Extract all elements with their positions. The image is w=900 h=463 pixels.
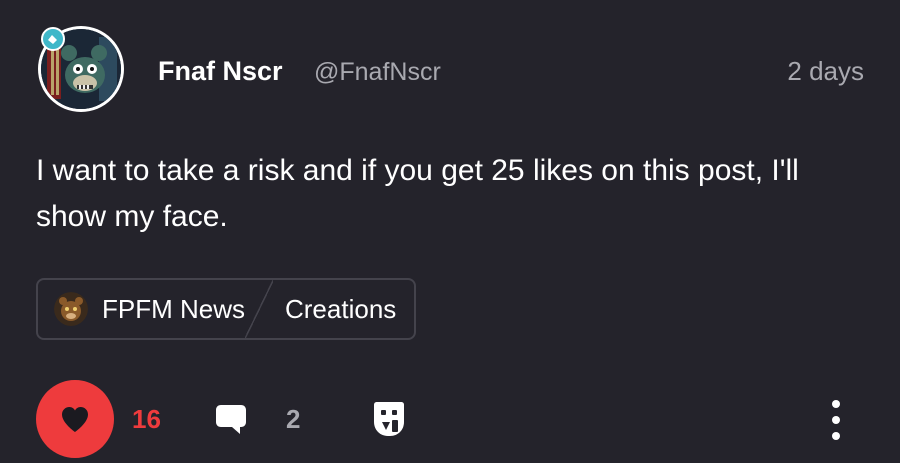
more-dot bbox=[832, 416, 840, 424]
community-tag-label: FPFM News bbox=[102, 293, 245, 324]
author-avatar[interactable] bbox=[38, 26, 124, 112]
author-handle[interactable]: @FnafNscr bbox=[314, 58, 441, 87]
heart-icon bbox=[62, 407, 88, 432]
post-card: Fnaf Nscr @FnafNscr 2 days I want to tak… bbox=[0, 0, 900, 463]
comment-count: 2 bbox=[286, 404, 301, 434]
category-tag[interactable]: Creations bbox=[259, 280, 414, 338]
post-tags: FPFM News Creations bbox=[36, 278, 417, 340]
speech-bubble-icon[interactable] bbox=[214, 402, 248, 436]
badge-icon bbox=[41, 27, 65, 51]
like-count: 16 bbox=[132, 404, 161, 434]
more-vertical-icon[interactable] bbox=[826, 400, 846, 440]
author-name[interactable]: Fnaf Nscr bbox=[158, 56, 283, 87]
post-timestamp: 2 days bbox=[787, 56, 864, 86]
post-body-text: I want to take a risk and if you get 25 … bbox=[36, 154, 799, 233]
category-tag-label: Creations bbox=[285, 293, 397, 324]
like-button[interactable] bbox=[36, 380, 114, 458]
community-tag[interactable]: FPFM News bbox=[38, 280, 273, 338]
more-dot bbox=[832, 432, 840, 440]
community-avatar-icon bbox=[54, 292, 88, 326]
more-dot bbox=[832, 400, 840, 408]
share-icon[interactable] bbox=[372, 400, 406, 438]
post-actions: 16 2 bbox=[36, 380, 866, 460]
